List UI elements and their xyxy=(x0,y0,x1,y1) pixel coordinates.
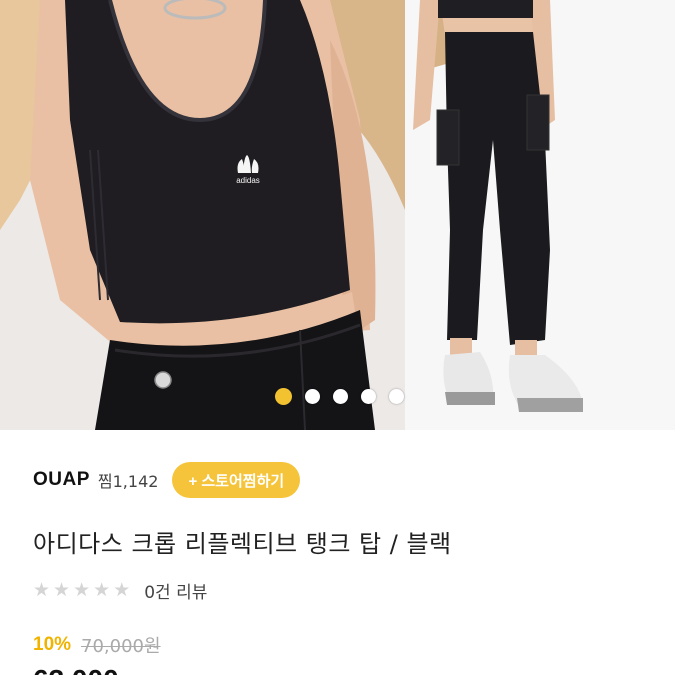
product-photo-full-body xyxy=(405,0,675,430)
carousel-dot[interactable] xyxy=(389,388,404,404)
carousel-dot[interactable] xyxy=(361,388,376,404)
star-icon: ★ xyxy=(93,578,111,601)
star-icon: ★ xyxy=(33,578,51,601)
store-name[interactable]: OUAP xyxy=(33,469,90,491)
product-image-carousel[interactable]: adidas xyxy=(0,0,675,430)
price-info: 10% 70,000원 xyxy=(33,632,161,658)
discount-rate: 10% xyxy=(33,634,72,655)
svg-text:adidas: adidas xyxy=(236,176,260,185)
star-icon: ★ xyxy=(113,578,131,601)
carousel-dot[interactable] xyxy=(305,388,320,404)
star-icon: ★ xyxy=(53,578,71,601)
carousel-pagination xyxy=(0,386,675,406)
star-icon: ★ xyxy=(73,578,91,601)
product-photo-crop-top: adidas xyxy=(0,0,405,430)
final-price: 63,000 xyxy=(33,664,119,675)
review-count: 0건 리뷰 xyxy=(144,582,208,603)
original-price: 70,000원 xyxy=(81,636,161,657)
carousel-dot[interactable] xyxy=(333,388,348,404)
rating-stars: ★ ★ ★ ★ ★ xyxy=(33,578,131,601)
store-likes-count: 찜1,142 xyxy=(97,472,159,491)
carousel-dot[interactable] xyxy=(275,387,292,405)
review-summary[interactable]: ★ ★ ★ ★ ★ 0건 리뷰 xyxy=(33,578,208,603)
product-title: 아디다스 크롭 리플렉티브 탱크 탑 / 블랙 xyxy=(33,530,452,558)
store-info: OUAP 찜1,142 + 스토어찜하기 xyxy=(33,462,301,498)
store-follow-button[interactable]: + 스토어찜하기 xyxy=(172,462,301,498)
